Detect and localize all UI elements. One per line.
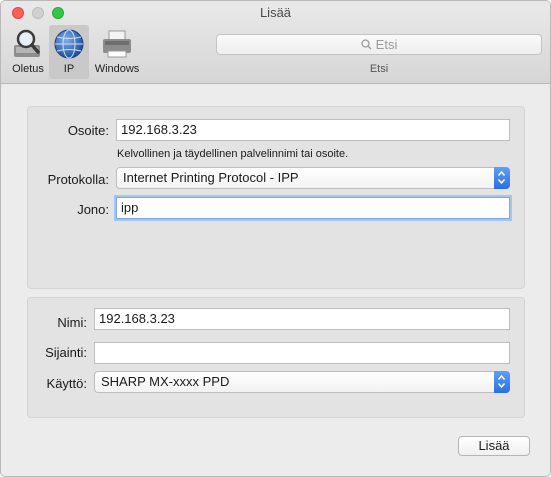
- use-value: SHARP MX-xxxx PPD: [101, 374, 230, 389]
- toolbar-item-label: Oletus: [12, 63, 44, 75]
- name-label: Nimi:: [57, 315, 87, 330]
- printer-icon: [103, 30, 131, 58]
- protocol-popup[interactable]: Internet Printing Protocol - IPP: [116, 167, 510, 189]
- protocol-value: Internet Printing Protocol - IPP: [123, 170, 299, 185]
- address-label: Osoite:: [67, 123, 109, 138]
- use-label: Käyttö:: [46, 376, 87, 391]
- location-field[interactable]: [94, 342, 510, 364]
- toolbar-item-ip[interactable]: IP: [49, 25, 89, 79]
- toolbar-item-label: Windows: [94, 63, 140, 75]
- popup-arrows-icon: [494, 371, 510, 393]
- add-button[interactable]: Lisää: [458, 436, 530, 456]
- add-printer-window: Lisää Oletus IP Windows Etsi Etsi Osoite…: [0, 0, 551, 477]
- address-field[interactable]: 192.168.3.23: [116, 119, 510, 141]
- search-placeholder: Etsi: [375, 37, 398, 52]
- magnifier-printer-icon: [14, 29, 40, 57]
- toolbar-item-windows[interactable]: Windows: [91, 25, 143, 79]
- toolbar-item-default[interactable]: Oletus: [7, 25, 49, 79]
- protocol-label: Protokolla:: [47, 172, 109, 187]
- search-icon: [361, 39, 372, 50]
- queue-label: Jono:: [77, 202, 109, 217]
- queue-field[interactable]: ipp: [116, 197, 510, 219]
- printer-info-group: Nimi: 192.168.3.23 Sijainti: Käyttö: SHA…: [27, 297, 525, 418]
- search-caption: Etsi: [369, 63, 389, 75]
- use-popup[interactable]: SHARP MX-xxxx PPD: [94, 371, 510, 393]
- location-label: Sijainti:: [45, 345, 87, 360]
- window-title: Lisää: [259, 5, 292, 20]
- globe-icon: [54, 29, 84, 59]
- connection-group: Osoite: 192.168.3.23 Kelvollinen ja täyd…: [27, 106, 525, 289]
- search-field[interactable]: Etsi: [216, 34, 542, 55]
- popup-arrows-icon: [494, 167, 510, 189]
- toolbar-item-label: IP: [63, 63, 75, 75]
- address-hint: Kelvollinen ja täydellinen palvelinnimi …: [117, 148, 349, 160]
- titlebar-toolbar: Lisää Oletus IP Windows Etsi Etsi: [1, 1, 550, 84]
- name-field[interactable]: 192.168.3.23: [94, 308, 510, 330]
